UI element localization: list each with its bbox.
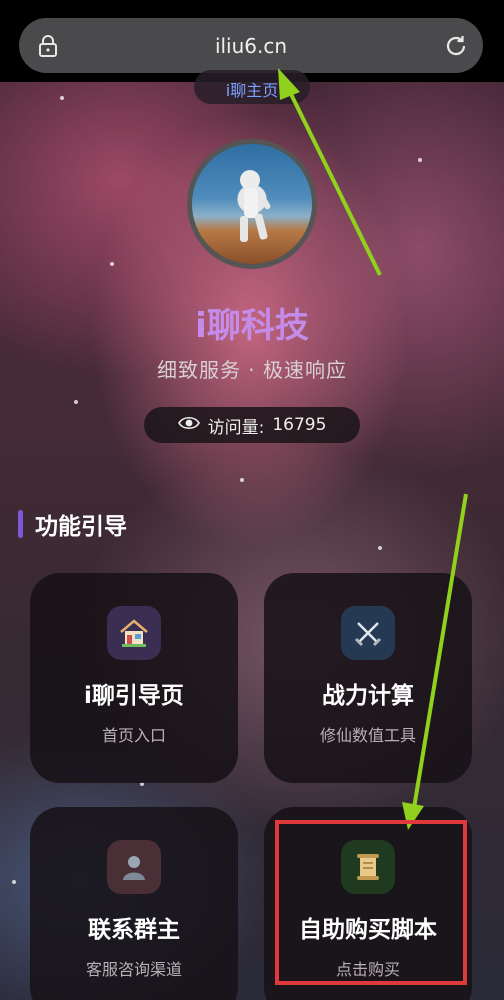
card-subtitle: 客服咨询渠道	[85, 960, 182, 979]
sparkle	[110, 262, 114, 266]
eye-icon	[177, 415, 200, 436]
sparkle	[60, 96, 64, 100]
visits-label: 访问量:	[207, 417, 265, 438]
sparkle	[74, 400, 78, 404]
sparkle	[418, 158, 422, 162]
highlight-box	[275, 820, 467, 985]
section-header: 功能引导	[18, 508, 127, 540]
card-title: 联系群主	[88, 917, 180, 943]
address-bar[interactable]: iliu6.cn	[19, 18, 483, 73]
card-subtitle: 首页入口	[101, 726, 166, 745]
crossed-swords-icon	[341, 606, 395, 660]
card-title: i聊引导页	[84, 683, 184, 709]
sparkle	[378, 546, 382, 550]
url-text[interactable]: iliu6.cn	[215, 34, 287, 58]
card-subtitle: 修仙数值工具	[319, 726, 416, 745]
house-icon	[107, 606, 161, 660]
card-power-calc[interactable]: 战力计算 修仙数值工具	[264, 573, 472, 783]
card-guide-page[interactable]: i聊引导页 首页入口	[30, 573, 238, 783]
sparkle	[12, 880, 16, 884]
lock-icon[interactable]	[37, 34, 59, 62]
card-title: 战力计算	[322, 683, 414, 709]
visit-counter: 访问量: 16795	[144, 407, 360, 443]
reload-icon[interactable]	[443, 33, 469, 63]
brand-title: i聊科技	[195, 306, 309, 346]
card-contact-owner[interactable]: 联系群主 客服咨询渠道	[30, 807, 238, 1000]
visits-count: 16795	[272, 415, 327, 435]
section-title: 功能引导	[35, 514, 127, 540]
sparkle	[240, 478, 244, 482]
avatar	[187, 139, 317, 269]
tagline: 细致服务 · 极速响应	[156, 358, 348, 382]
section-accent-bar	[18, 510, 23, 538]
person-icon	[107, 840, 161, 894]
home-pill[interactable]: i聊主页	[194, 70, 310, 104]
